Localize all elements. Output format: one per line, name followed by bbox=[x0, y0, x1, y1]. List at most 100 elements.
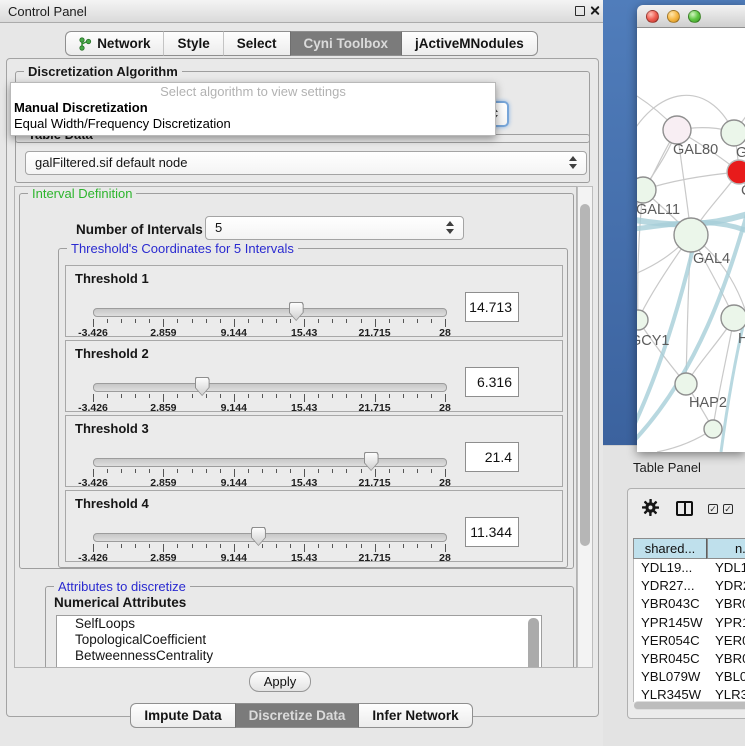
table-row[interactable]: YBR043CYBR043C bbox=[634, 595, 745, 613]
zoom-traffic-light-icon[interactable] bbox=[688, 10, 701, 23]
threshold-label: Threshold 2 bbox=[75, 346, 149, 361]
tab-label: Impute Data bbox=[144, 708, 221, 723]
column-header-shared-name[interactable]: shared... bbox=[633, 538, 707, 559]
threshold-panel-4: Threshold 4 -3.4262.8599.14415.4321.71528… bbox=[65, 490, 563, 562]
threshold-panel-3: Threshold 3-3.4262.8599.14415.4321.71528… bbox=[65, 415, 563, 487]
tab-label: Network bbox=[97, 36, 150, 51]
tab-label: Style bbox=[177, 36, 209, 51]
cell-name: YDR27... bbox=[708, 577, 745, 595]
table-panel-region: Table Panel ✓ ✓ shared...n... YDL19...YD… bbox=[603, 445, 745, 746]
cell-name: YDL19... bbox=[708, 559, 745, 577]
combo-arrows-icon bbox=[446, 221, 456, 234]
tab-select[interactable]: Select bbox=[223, 31, 290, 56]
dropdown-hint: Select algorithm to view settings bbox=[11, 83, 495, 100]
table-row[interactable]: YDR27...YDR27... bbox=[634, 577, 745, 595]
network-node-h[interactable] bbox=[721, 305, 745, 331]
dropdown-option-manual-discretization[interactable]: Manual Discretization bbox=[11, 100, 495, 116]
tab-network[interactable]: Network bbox=[65, 31, 163, 56]
table-row[interactable]: YER054CYER054C bbox=[634, 632, 745, 650]
tab-jactivemnodules[interactable]: jActiveMNodules bbox=[401, 31, 538, 56]
network-edge bbox=[643, 172, 739, 190]
table-row[interactable]: YDL19...YDL19... bbox=[634, 559, 745, 577]
apply-button[interactable]: Apply bbox=[249, 671, 311, 692]
cell-name: YBR045C bbox=[708, 650, 745, 668]
cell-name: YLR345W bbox=[708, 686, 745, 702]
slider-track[interactable] bbox=[93, 533, 447, 542]
dropdown-option-equal-width-frequency[interactable]: Equal Width/Frequency Discretization bbox=[11, 116, 495, 132]
table-row[interactable]: YLR345WYLR345W bbox=[634, 686, 745, 702]
settings-scroll-area: Interval Definition Number of Intervals … bbox=[14, 186, 577, 668]
network-node-label: C bbox=[741, 183, 745, 199]
cell-name: YBR043C bbox=[708, 595, 745, 613]
attributes-group-title: Attributes to discretize bbox=[54, 579, 190, 594]
tab-infer-network[interactable]: Infer Network bbox=[358, 703, 472, 728]
scrollbar-thumb[interactable] bbox=[634, 702, 745, 709]
columns-icon[interactable] bbox=[676, 501, 693, 516]
network-node-label: GA bbox=[736, 145, 745, 161]
network-node-label: H bbox=[738, 331, 745, 347]
cell-shared-name: YLR345W bbox=[634, 686, 708, 702]
slider-track[interactable] bbox=[93, 458, 447, 467]
table-data-combobox[interactable]: galFiltered.sif default node bbox=[25, 151, 587, 175]
network-window-titlebar[interactable] bbox=[637, 5, 745, 28]
threshold-label: Threshold 4 bbox=[75, 496, 149, 511]
tab-cyni-toolbox[interactable]: Cyni Toolbox bbox=[290, 31, 402, 56]
slider-track[interactable] bbox=[93, 308, 447, 317]
tab-discretize-data[interactable]: Discretize Data bbox=[235, 703, 359, 728]
network-canvas[interactable]: GAL80GACGAL11GAL4GCY1HHAP2 bbox=[637, 28, 745, 452]
column-header-name[interactable]: n... bbox=[707, 538, 745, 559]
attribute-list-item[interactable]: SelfLoops bbox=[57, 616, 541, 632]
network-node-gal11[interactable] bbox=[637, 177, 656, 203]
close-icon[interactable] bbox=[589, 5, 600, 16]
network-node-label: HAP2 bbox=[689, 395, 727, 411]
numerical-attributes-list[interactable]: SelfLoopsTopologicalCoefficientBetweenne… bbox=[56, 615, 542, 668]
list-scrollbar[interactable] bbox=[528, 618, 539, 668]
table-body: YDL19...YDL19...YDR27...YDR27...YBR043CY… bbox=[633, 559, 745, 702]
network-node[interactable] bbox=[704, 420, 722, 438]
attribute-list-item[interactable]: TopologicalCoefficient bbox=[57, 632, 541, 648]
table-row[interactable]: YPR145WYPR145W bbox=[634, 614, 745, 632]
settings-vertical-scrollbar[interactable] bbox=[577, 186, 593, 668]
threshold-label: Threshold 3 bbox=[75, 421, 149, 436]
network-node-gcy1[interactable] bbox=[637, 310, 648, 330]
scrollbar-thumb[interactable] bbox=[580, 204, 590, 546]
threshold-value-field[interactable]: 6.316 bbox=[465, 367, 519, 397]
tab-label: jActiveMNodules bbox=[415, 36, 524, 51]
checkbox-icon[interactable]: ✓ bbox=[723, 504, 733, 514]
thresholds-group: Threshold's Coordinates for 5 Intervals … bbox=[58, 248, 568, 568]
table-horizontal-scrollbar[interactable] bbox=[634, 701, 745, 710]
top-tab-bar: Network Style SelectCyni Toolbox jActiveMNo… bbox=[0, 31, 603, 56]
number-of-intervals-combobox[interactable]: 5 bbox=[205, 216, 464, 240]
slider-tick-labels: -3.4262.8599.14415.4321.71528 bbox=[93, 552, 445, 563]
network-node-hap2[interactable] bbox=[675, 373, 697, 395]
tab-impute-data[interactable]: Impute Data bbox=[130, 703, 234, 728]
table-row[interactable]: YBL079WYBL079W bbox=[634, 668, 745, 686]
table-data-value: galFiltered.sif default node bbox=[35, 155, 187, 170]
cell-shared-name: YBR043C bbox=[634, 595, 708, 613]
cell-shared-name: YDL19... bbox=[634, 559, 708, 577]
slider-track[interactable] bbox=[93, 383, 447, 392]
checkbox-icon[interactable]: ✓ bbox=[708, 504, 718, 514]
attribute-list-item[interactable]: BetweennessCentrality bbox=[57, 648, 541, 664]
algorithm-dropdown-popup: Select algorithm to view settings Manual… bbox=[10, 82, 496, 136]
slider-tick-labels: -3.4262.8599.14415.4321.71528 bbox=[93, 327, 445, 338]
threshold-value-field[interactable]: 21.4 bbox=[465, 442, 519, 472]
tab-style[interactable]: Style bbox=[163, 31, 222, 56]
network-node-c[interactable] bbox=[727, 160, 745, 184]
threshold-value-field[interactable]: 11.344 bbox=[465, 517, 519, 547]
minimize-traffic-light-icon[interactable] bbox=[667, 10, 680, 23]
network-node-gal80[interactable] bbox=[663, 116, 691, 144]
combo-arrows-icon bbox=[569, 156, 579, 169]
close-traffic-light-icon[interactable] bbox=[646, 10, 659, 23]
network-node-gal4[interactable] bbox=[674, 218, 708, 252]
gear-icon[interactable] bbox=[641, 498, 660, 517]
tab-label: Infer Network bbox=[372, 708, 458, 723]
network-node-ga[interactable] bbox=[721, 120, 745, 146]
cell-shared-name: YBL079W bbox=[634, 668, 708, 686]
numerical-attributes-label: Numerical Attributes bbox=[54, 595, 186, 610]
float-window-icon[interactable] bbox=[575, 6, 585, 16]
control-panel-window: Control Panel NetworkStyleSelectCyni Too… bbox=[0, 0, 604, 745]
network-node-label: GAL11 bbox=[637, 202, 680, 218]
threshold-value-field[interactable]: 14.713 bbox=[465, 292, 519, 322]
table-row[interactable]: YBR045CYBR045C bbox=[634, 650, 745, 668]
